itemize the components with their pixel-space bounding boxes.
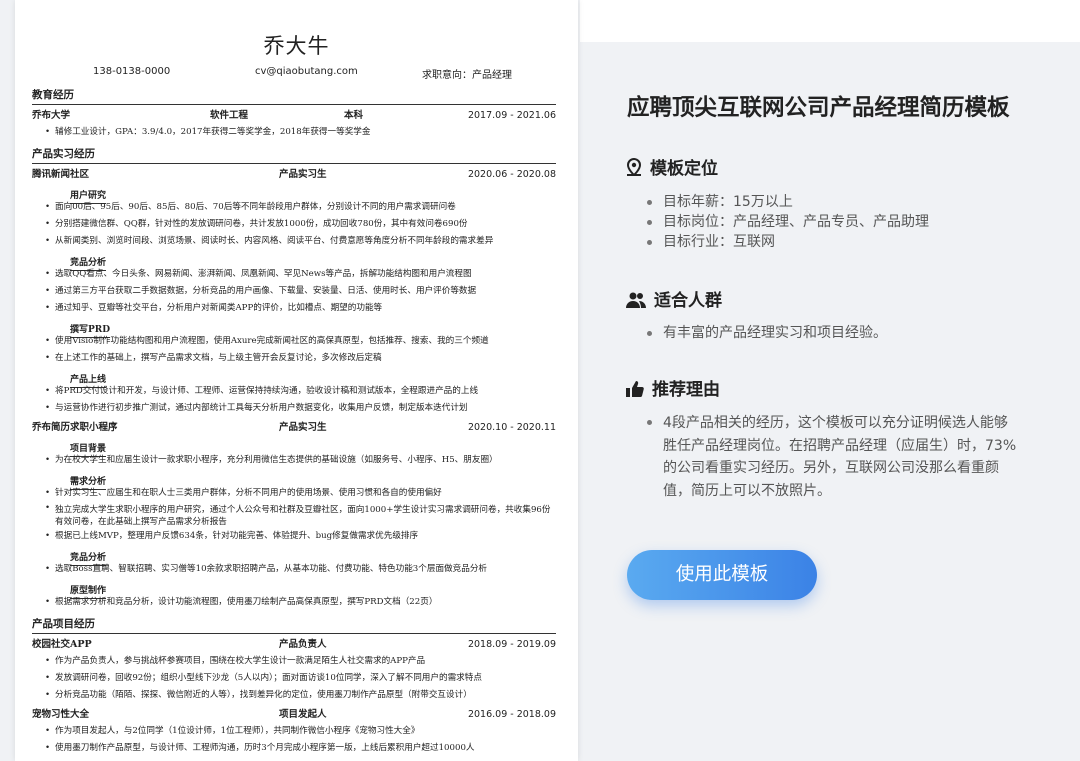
phone: 138-0138-0000 bbox=[93, 66, 171, 77]
bullet: 通过知乎、豆瓣等社交平台，分析用户对新闻类APP的评价，比如槽点、期望的功能等 bbox=[45, 300, 556, 317]
reason-list: 4段产品相关的经历，这个模板可以充分证明候选人能够胜任产品经理岗位。在招聘产品经… bbox=[645, 412, 1020, 502]
period: 2016.09 - 2018.09 bbox=[467, 709, 556, 720]
project-row: 宠物习性大全 项目发起人 2016.09 - 2018.09 bbox=[32, 706, 556, 723]
subsection-title-row: 竞品分析 bbox=[15, 250, 578, 271]
subsection-title-row: 产品上线 bbox=[15, 367, 578, 388]
users-icon bbox=[626, 292, 646, 308]
email: cv@qiaobutang.com bbox=[255, 66, 358, 77]
positioning-heading: 模板定位 bbox=[626, 154, 718, 179]
job1-details: 用户研究面向00后、95后、90后、85后、80后、70后等不同年龄段用户群体，… bbox=[15, 183, 578, 417]
bullet: 作为产品负责人，参与挑战杯参赛项目，围绕在校大学生设计一款满足陌生人社交需求的A… bbox=[45, 653, 556, 670]
section-projects: 产品项目经历 bbox=[32, 615, 556, 634]
use-template-button[interactable]: 使用此模板 bbox=[627, 550, 817, 600]
project-row: 校园社交APP 产品负责人 2018.09 - 2019.09 bbox=[32, 636, 556, 653]
education-row: 乔布大学 软件工程 本科 2017.09 - 2021.06 bbox=[32, 107, 556, 124]
template-info-panel: 应聘顶尖互联网公司产品经理简历模板 模板定位 目标年薪：15万以上 目标岗位：产… bbox=[580, 42, 1080, 761]
bullet: 根据已上线MVP，整理用户反馈634条，针对功能完善、体验提升、bug修复做需求… bbox=[45, 528, 556, 545]
job-row: 乔布简历求职小程序 产品实习生 2020.10 - 2020.11 bbox=[32, 419, 556, 436]
heading-text: 推荐理由 bbox=[652, 380, 720, 400]
role: 产品实习生 bbox=[279, 169, 327, 180]
role: 项目发起人 bbox=[279, 709, 327, 720]
period: 2020.10 - 2020.11 bbox=[467, 422, 556, 433]
period: 2018.09 - 2019.09 bbox=[467, 639, 556, 650]
subsection-title-row: 需求分析 bbox=[15, 469, 578, 490]
bullet: 独立完成大学生求职小程序的用户研究，通过个人公众号和社群及豆瓣社区，面向1000… bbox=[45, 502, 556, 528]
bullet: 使用墨刀制作产品原型，与设计师、工程师沟通，历时3个月完成小程序第一版，上线后累… bbox=[45, 740, 556, 757]
section-internship: 产品实习经历 bbox=[32, 145, 556, 164]
project2-details: 作为项目发起人，与2位同学（1位设计师，1位工程师），共同制作微信小程序《宠物习… bbox=[15, 723, 578, 757]
bullet: 与运营协作进行初步推广测试，通过内部统计工具每天分析用户数据变化，收集用户反馈，… bbox=[45, 400, 556, 417]
period: 2020.06 - 2020.08 bbox=[467, 169, 556, 180]
project1-details: 作为产品负责人，参与挑战杯参赛项目，围绕在校大学生设计一款满足陌生人社交需求的A… bbox=[15, 653, 578, 704]
list-item: 有丰富的产品经理实习和项目经验。 bbox=[645, 323, 887, 343]
heading-text: 适合人群 bbox=[654, 291, 722, 311]
bullet: 使用Visio制作功能结构图和用户流程图，使用Axure完成新闻社区的高保真原型… bbox=[45, 333, 556, 350]
subsection-title-row: 竞品分析 bbox=[15, 545, 578, 566]
audience-heading: 适合人群 bbox=[626, 286, 722, 311]
thumbs-up-icon bbox=[626, 381, 644, 397]
period: 2017.09 - 2021.06 bbox=[467, 110, 556, 121]
bullet: 将PRD交付设计和开发，与设计师、工程师、运营保持持续沟通，验收设计稿和测试版本… bbox=[45, 383, 556, 400]
resume-preview: 乔大牛 138-0138-0000 cv@qiaobutang.com 求职意向… bbox=[15, 0, 578, 761]
subsection-title-row: 用户研究 bbox=[15, 183, 578, 204]
bullet: 根据需求分析和竞品分析，设计功能流程图，使用墨刀绘制产品高保真原型，撰写PRD文… bbox=[45, 594, 556, 611]
org: 腾讯新闻社区 bbox=[32, 169, 90, 180]
bullet: 发放调研问卷，回收92份；组织小型线下沙龙（5人以内）；面对面访谈10位同学，深… bbox=[45, 670, 556, 687]
bullet: 分别搭建微信群、QQ群，针对性的发放调研问卷，共计发放1000份，成功回收780… bbox=[45, 216, 556, 233]
bullet: 选取Boss直聘、智联招聘、实习僧等10余款求职招聘产品，从基本功能、付费功能、… bbox=[45, 561, 556, 578]
heading-text: 模板定位 bbox=[650, 159, 718, 179]
list-item: 目标行业：互联网 bbox=[645, 232, 929, 252]
bullet: 面向00后、95后、90后、85后、80后、70后等不同年龄段用户群体，分别设计… bbox=[45, 199, 556, 216]
template-title: 应聘顶尖互联网公司产品经理简历模板 bbox=[627, 95, 1010, 121]
subsection-title-row: 项目背景 bbox=[15, 436, 578, 457]
bullet: 为在校大学生和应届生设计一款求职小程序，充分利用微信生态提供的基础设施（如服务号… bbox=[45, 452, 556, 469]
bullet: 分析竞品功能（陌陌、探探、微信附近的人等），找到差异化的定位，使用墨刀制作产品原… bbox=[45, 687, 556, 704]
location-pin-icon bbox=[626, 157, 642, 177]
role: 产品实习生 bbox=[279, 422, 327, 433]
job-row: 腾讯新闻社区 产品实习生 2020.06 - 2020.08 bbox=[32, 166, 556, 183]
reason-text: 4段产品相关的经历，这个模板可以充分证明候选人能够胜任产品经理岗位。在招聘产品经… bbox=[645, 412, 1020, 502]
positioning-list: 目标年薪：15万以上 目标岗位：产品经理、产品专员、产品助理 目标行业：互联网 bbox=[645, 192, 929, 252]
section-education: 教育经历 bbox=[32, 86, 556, 105]
degree: 本科 bbox=[344, 110, 364, 121]
subsection-title-row: 撰写PRD bbox=[15, 317, 578, 338]
job-intent: 求职意向：产品经理 bbox=[422, 70, 512, 81]
list-item: 目标岗位：产品经理、产品专员、产品助理 bbox=[645, 212, 929, 232]
bullet: 作为项目发起人，与2位同学（1位设计师，1位工程师），共同制作微信小程序《宠物习… bbox=[45, 723, 556, 740]
project-name: 校园社交APP bbox=[32, 639, 92, 650]
list-item: 目标年薪：15万以上 bbox=[645, 192, 929, 212]
audience-list: 有丰富的产品经理实习和项目经验。 bbox=[645, 323, 887, 343]
bullet: 在上述工作的基础上，撰写产品需求文档，与上级主管开会反复讨论，多次修改后定稿 bbox=[45, 350, 556, 367]
reason-heading: 推荐理由 bbox=[626, 375, 720, 400]
bullet: 通过第三方平台获取二手数据数据，分析竞品的用户画像、下载量、安装量、日活、使用时… bbox=[45, 283, 556, 300]
project-name: 宠物习性大全 bbox=[32, 709, 90, 720]
contact-row: 138-0138-0000 cv@qiaobutang.com 求职意向：产品经… bbox=[15, 62, 578, 82]
bullet: 针对实习生、应届生和在职人士三类用户群体，分析不同用户的使用场景、使用习惯和各自… bbox=[45, 485, 556, 502]
bullet: 从新闻类别、浏览时间段、浏览场景、阅读时长、内容风格、阅读平台、付费意愿等角度分… bbox=[45, 233, 556, 250]
major: 软件工程 bbox=[210, 110, 249, 121]
subsection-title-row: 原型制作 bbox=[15, 578, 578, 599]
bullet: 辅修工业设计，GPA：3.9/4.0，2017年获得二等奖学金，2018年获得一… bbox=[45, 124, 556, 141]
job2-details: 项目背景为在校大学生和应届生设计一款求职小程序，充分利用微信生态提供的基础设施（… bbox=[15, 436, 578, 611]
resume-name: 乔大牛 bbox=[263, 34, 330, 58]
school: 乔布大学 bbox=[32, 110, 71, 121]
bullet: 选取QQ看点、今日头条、网易新闻、澎湃新闻、凤凰新闻、罕见News等产品，拆解功… bbox=[45, 266, 556, 283]
org: 乔布简历求职小程序 bbox=[32, 422, 118, 433]
top-bar bbox=[580, 0, 1080, 42]
role: 产品负责人 bbox=[279, 639, 327, 650]
